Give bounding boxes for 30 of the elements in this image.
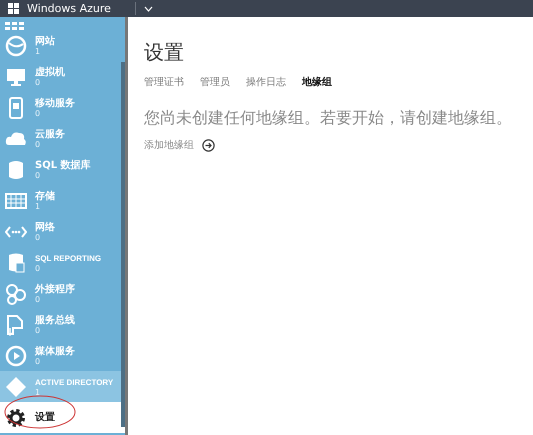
tab[interactable]: 地缘组 [302, 75, 332, 90]
page-title: 设置 [144, 39, 185, 66]
sidebar-item[interactable]: 存储 1 [0, 185, 125, 216]
sidebar-item[interactable]: SQL 数据库 0 [0, 154, 125, 185]
chevron-down-icon[interactable] [144, 6, 153, 12]
diamond-icon [5, 376, 27, 398]
brand-name: Windows Azure [27, 1, 111, 17]
sidebar-item[interactable]: 网络 0 [0, 216, 125, 247]
tab[interactable]: 管理证书 [144, 75, 184, 90]
sidebar-item[interactable]: 云服务 0 [0, 123, 125, 154]
hexagons-icon [5, 282, 27, 304]
tab[interactable]: 操作日志 [246, 75, 286, 90]
play-circle-icon [5, 344, 27, 366]
sidebar-item[interactable]: SQL REPORTING 0 [0, 247, 125, 278]
empty-message: 您尚未创建任何地缘组。若要开始，请创建地缘组。 [144, 107, 513, 129]
sidebar-item[interactable]: 外接程序 0 [0, 278, 125, 309]
globe-icon [5, 34, 27, 56]
sidebar-item[interactable]: 移动服务 0 [0, 92, 125, 123]
sidebar-item[interactable]: 服务总线 0 [0, 309, 125, 340]
gear-icon [5, 406, 27, 428]
highlight-ellipse [4, 395, 76, 429]
add-affinity-group-link[interactable]: 添加地缘组 [144, 138, 194, 153]
sidebar-item[interactable]: 媒体服务 0 [0, 340, 125, 371]
tab[interactable]: 管理员 [200, 75, 230, 90]
grid-icon [5, 22, 25, 30]
sidebar-item[interactable]: 虚拟机 0 [0, 61, 125, 92]
windows-logo-icon [8, 3, 19, 14]
sidebar-item[interactable]: 设置 [0, 402, 125, 433]
arrow-circle-icon[interactable] [202, 139, 215, 152]
sidebar-item[interactable]: 网站 1 [0, 30, 125, 61]
